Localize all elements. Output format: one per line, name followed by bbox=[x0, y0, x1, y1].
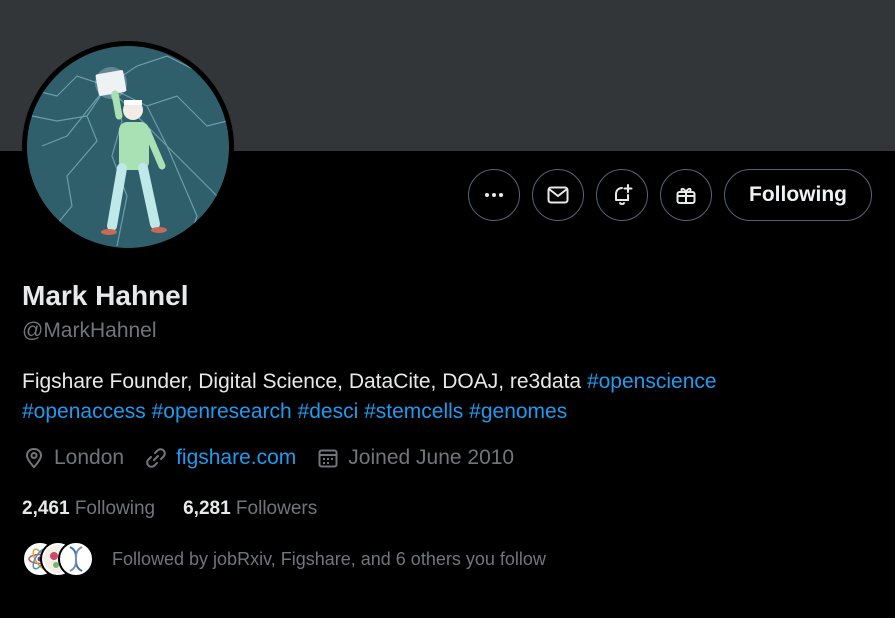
hashtag-desci[interactable]: #desci bbox=[298, 400, 359, 423]
hashtag-genomes[interactable]: #genomes bbox=[469, 400, 567, 423]
more-button[interactable] bbox=[468, 169, 521, 221]
followed-by-avatars bbox=[22, 541, 94, 577]
bell-plus-icon bbox=[615, 184, 633, 205]
followers-count: 6,281 bbox=[183, 498, 231, 519]
following-count: 2,461 bbox=[22, 498, 70, 519]
hashtag-openaccess[interactable]: #openaccess bbox=[22, 400, 146, 423]
calendar-icon bbox=[318, 449, 338, 468]
dna-icon bbox=[69, 546, 83, 572]
hashtag-stemcells[interactable]: #stemcells bbox=[364, 400, 463, 423]
hashtag-openresearch[interactable]: #openresearch bbox=[152, 400, 292, 423]
profile-stats: 2,461 Following 6,281 Followers bbox=[22, 498, 345, 520]
hashtag-openscience[interactable]: #openscience bbox=[587, 370, 717, 393]
following-button[interactable]: Following bbox=[724, 169, 872, 221]
message-button[interactable] bbox=[532, 169, 585, 221]
website-link[interactable]: figshare.com bbox=[176, 446, 296, 470]
location-item: London bbox=[22, 446, 124, 470]
gift-icon bbox=[676, 187, 696, 204]
profile-name: Mark Hahnel bbox=[22, 280, 189, 311]
profile-avatar[interactable] bbox=[22, 41, 234, 253]
follower-avatar[interactable] bbox=[58, 541, 94, 577]
following-label: Following bbox=[74, 498, 156, 519]
following-stat[interactable]: 2,461 Following bbox=[22, 498, 155, 520]
more-icon bbox=[485, 193, 504, 197]
link-icon bbox=[146, 448, 166, 468]
profile-handle: @MarkHahnel bbox=[22, 319, 157, 342]
location-pin-icon bbox=[25, 447, 43, 469]
bio-text: Figshare Founder, Digital Science, DataC… bbox=[22, 370, 587, 393]
profile-meta: London figshare.com Joined June 2010 bbox=[22, 446, 534, 470]
joined-item: Joined June 2010 bbox=[316, 446, 514, 470]
subscribe-button[interactable] bbox=[660, 169, 713, 221]
joined-text: Joined June 2010 bbox=[348, 446, 515, 469]
followers-label: Followers bbox=[235, 498, 318, 519]
notifications-button[interactable] bbox=[596, 169, 649, 221]
location-text: London bbox=[54, 446, 125, 469]
profile-actions: Following bbox=[468, 169, 872, 221]
followers-stat[interactable]: 6,281 Followers bbox=[183, 498, 317, 520]
profile-bio: Figshare Founder, Digital Science, DataC… bbox=[22, 367, 862, 427]
website-item: figshare.com bbox=[144, 446, 296, 470]
mail-icon bbox=[547, 186, 569, 204]
followed-by-text[interactable]: Followed by jobRxiv, Figshare, and 6 oth… bbox=[112, 549, 546, 570]
followed-by: Followed by jobRxiv, Figshare, and 6 oth… bbox=[22, 541, 546, 577]
avatar-illustration bbox=[27, 46, 229, 248]
